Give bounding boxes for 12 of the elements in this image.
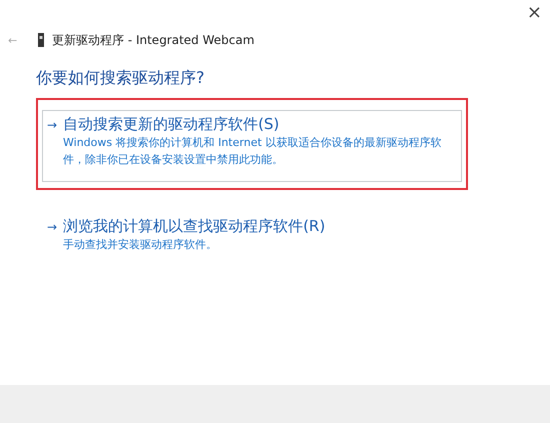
window-title: 更新驱动程序 - Integrated Webcam — [52, 32, 254, 48]
close-button[interactable]: × — [526, 2, 542, 28]
option-title: 自动搜索更新的驱动程序软件(S) — [63, 115, 280, 134]
option-description: Windows 将搜索你的计算机和 Internet 以获取适合你设备的最新驱动程序软件，除非你已在设备安装设置中禁用此功能。 — [62, 135, 442, 168]
option-description: 手动查找并安装驱动程序软件。 — [62, 237, 218, 253]
option-link[interactable]: → 浏览我的计算机以查找驱动程序软件(R) 手动查找并安装驱动程序软件。 — [36, 214, 468, 268]
page-heading: 你要如何搜索驱动程序? — [35, 67, 206, 89]
option-title: 浏览我的计算机以查找驱动程序软件(R) — [63, 217, 326, 236]
arrow-icon: → — [47, 118, 58, 132]
arrow-icon: → — [47, 220, 58, 234]
highlighted-option[interactable]: → 自动搜索更新的驱动程序软件(S) Windows 将搜索你的计算机和 Internet 以获取适合你设备的最新驱动程序软件，除非你已在设备安装设置中禁用此功能。 — [36, 98, 468, 190]
webcam-icon — [38, 33, 44, 47]
